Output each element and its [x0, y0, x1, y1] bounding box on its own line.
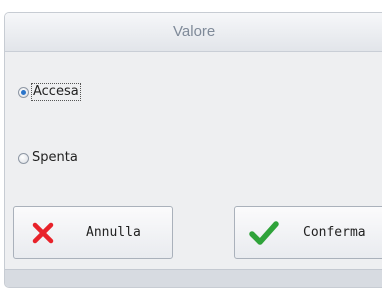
dialog-title: Valore [173, 23, 216, 40]
dialog-titlebar: Valore [5, 13, 382, 52]
radio-button-accesa[interactable] [18, 86, 29, 98]
radio-label-accesa[interactable]: Accesa [31, 83, 81, 101]
confirm-button[interactable]: Conferma [234, 206, 382, 259]
radio-option-accesa[interactable]: Accesa [18, 83, 81, 101]
cross-icon [32, 222, 54, 243]
checkmark-icon [249, 220, 279, 245]
radio-label-spenta[interactable]: Spenta [31, 150, 79, 166]
cancel-button-label: Annulla [86, 225, 141, 240]
cancel-button[interactable]: Annulla [13, 206, 173, 259]
dialog-footer [5, 269, 382, 287]
value-dialog: Valore Accesa Spenta Annulla Conferma [4, 12, 382, 288]
confirm-button-label: Conferma [303, 225, 366, 240]
radio-option-spenta[interactable]: Spenta [18, 150, 79, 166]
radio-selected-dot [21, 89, 26, 95]
radio-button-spenta[interactable] [18, 152, 29, 164]
